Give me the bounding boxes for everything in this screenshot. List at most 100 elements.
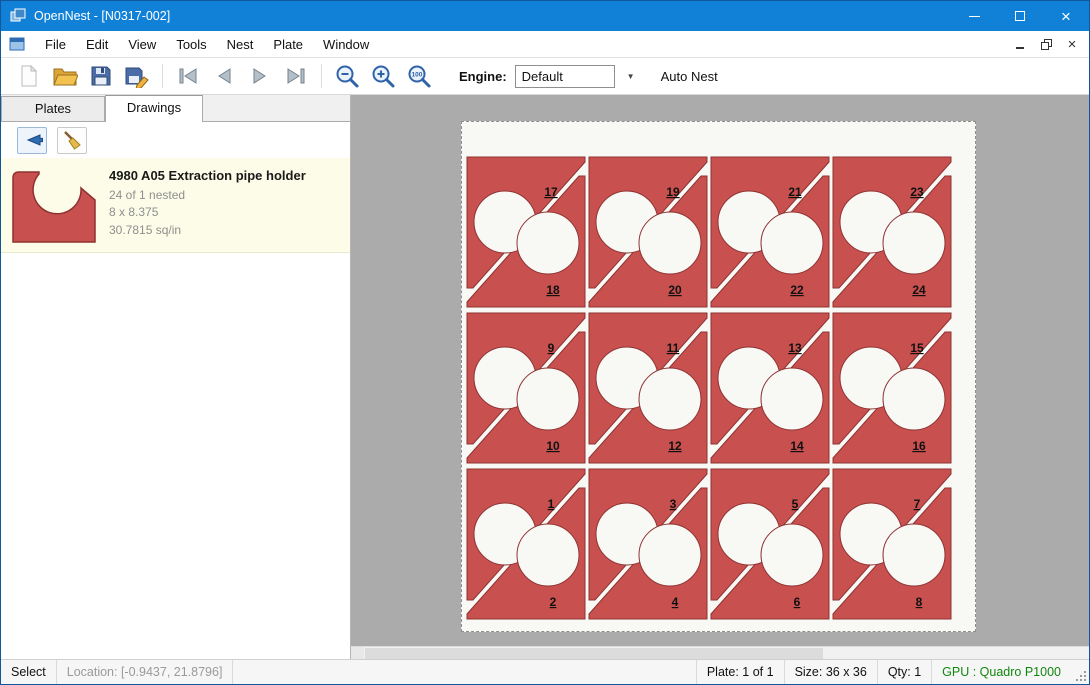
drawings-toolbar <box>1 122 350 158</box>
engine-select[interactable]: Default <box>515 65 615 88</box>
part-number[interactable]: 22 <box>790 283 804 297</box>
part-number[interactable]: 15 <box>910 341 924 355</box>
pipe-cutout <box>761 368 823 430</box>
part-number[interactable]: 24 <box>912 283 926 297</box>
status-mode: Select <box>1 660 57 684</box>
nest-pair[interactable]: 11 12 <box>589 313 707 463</box>
menu-file[interactable]: File <box>35 33 76 56</box>
part-number[interactable]: 17 <box>544 185 558 199</box>
child-close-icon: × <box>1068 37 1077 52</box>
auto-nest-button[interactable]: Auto Nest <box>653 64 726 89</box>
zoom-in-button[interactable] <box>365 60 401 92</box>
part-number[interactable]: 11 <box>667 341 680 355</box>
pipe-cutout <box>517 524 579 586</box>
nest-pair[interactable]: 78 <box>833 469 951 619</box>
save-as-button[interactable] <box>119 60 155 92</box>
nest-pair[interactable]: 56 <box>711 469 829 619</box>
tab-plates[interactable]: Plates <box>1 96 105 121</box>
child-minimize-button[interactable] <box>1007 33 1033 55</box>
part-thumbnail <box>9 164 99 244</box>
open-file-button[interactable] <box>47 60 83 92</box>
tab-drawings-label: Drawings <box>127 100 181 115</box>
resize-grip-icon <box>1075 670 1087 682</box>
part-number[interactable]: 14 <box>790 439 804 453</box>
new-document-icon <box>18 64 40 88</box>
go-previous-button[interactable] <box>206 60 242 92</box>
nest-pair[interactable]: 34 <box>589 469 707 619</box>
go-first-button[interactable] <box>170 60 206 92</box>
go-last-button[interactable] <box>278 60 314 92</box>
part-number[interactable]: 12 <box>668 439 682 453</box>
nest-canvas[interactable]: 171819202122232491011121314151612345678 <box>351 95 1089 659</box>
pipe-cutout <box>639 212 701 274</box>
child-close-button[interactable]: × <box>1059 33 1085 55</box>
drawing-nested-count: 24 of 1 nested <box>109 187 306 204</box>
pipe-cutout <box>639 368 701 430</box>
nest-pair[interactable]: 1920 <box>589 157 707 307</box>
plate-svg[interactable]: 171819202122232491011121314151612345678 <box>462 122 975 631</box>
part-number[interactable]: 23 <box>910 185 924 199</box>
main-toolbar: 100 Engine: Default ▼ Auto Nest <box>1 58 1089 95</box>
zoom-out-button[interactable] <box>329 60 365 92</box>
drawing-list-item[interactable]: 4980 A05 Extraction pipe holder 24 of 1 … <box>1 158 350 253</box>
nest-pair[interactable]: 1718 <box>467 157 585 307</box>
pipe-cutout <box>883 368 945 430</box>
status-bar: Select Location: [-0.9437, 21.8796] Plat… <box>1 659 1089 684</box>
go-next-button[interactable] <box>242 60 278 92</box>
nest-pair[interactable]: 9 10 <box>467 313 585 463</box>
part-number[interactable]: 6 <box>794 595 801 609</box>
minimize-button[interactable] <box>951 1 997 31</box>
part-number[interactable]: 9 <box>548 341 555 355</box>
resize-grip[interactable] <box>1071 660 1089 684</box>
nest-pair[interactable]: 13 14 <box>711 313 829 463</box>
scrollbar-thumb[interactable] <box>365 648 823 659</box>
engine-label: Engine: <box>459 69 507 84</box>
child-restore-button[interactable] <box>1033 33 1059 55</box>
pipe-cutout <box>639 524 701 586</box>
menu-view[interactable]: View <box>118 33 166 56</box>
toolbar-separator <box>162 64 163 88</box>
pipe-cutout <box>761 524 823 586</box>
nest-pair[interactable]: 21 22 <box>711 157 829 307</box>
status-plate: Plate: 1 of 1 <box>696 660 784 684</box>
tab-drawings[interactable]: Drawings <box>105 95 203 122</box>
menu-window[interactable]: Window <box>313 33 379 56</box>
nest-pair[interactable]: 1516 <box>833 313 951 463</box>
zoom-actual-button[interactable]: 100 <box>401 60 437 92</box>
horizontal-scrollbar[interactable] <box>351 646 1089 659</box>
broom-icon <box>61 129 83 151</box>
document-icon[interactable] <box>9 37 25 51</box>
part-number[interactable]: 18 <box>546 283 560 297</box>
part-number[interactable]: 20 <box>668 283 682 297</box>
part-number[interactable]: 19 <box>666 185 680 199</box>
part-number[interactable]: 21 <box>788 185 802 199</box>
part-number[interactable]: 4 <box>672 595 679 609</box>
menu-plate[interactable]: Plate <box>263 33 313 56</box>
menu-nest[interactable]: Nest <box>217 33 264 56</box>
scroll-left-button[interactable] <box>351 647 364 659</box>
part-number[interactable]: 10 <box>546 439 560 453</box>
new-file-button[interactable] <box>11 60 47 92</box>
menu-edit[interactable]: Edit <box>76 33 118 56</box>
part-number[interactable]: 13 <box>788 341 802 355</box>
drawing-size: 8 x 8.375 <box>109 204 306 221</box>
menu-tools[interactable]: Tools <box>166 33 216 56</box>
maximize-button[interactable] <box>997 1 1043 31</box>
nest-pair[interactable]: 12 <box>467 469 585 619</box>
part-number[interactable]: 2 <box>550 595 557 609</box>
close-button[interactable]: × <box>1043 1 1089 31</box>
part-number[interactable]: 3 <box>670 497 677 511</box>
nest-pair[interactable]: 23 24 <box>833 157 951 307</box>
zoom-out-icon <box>334 63 360 89</box>
pipe-cutout <box>883 212 945 274</box>
part-number[interactable]: 8 <box>916 595 923 609</box>
clear-drawings-button[interactable] <box>57 127 87 154</box>
part-number[interactable]: 16 <box>912 439 926 453</box>
import-drawing-button[interactable] <box>17 127 47 154</box>
nest-plate[interactable]: 171819202122232491011121314151612345678 <box>461 121 976 632</box>
chevron-down-icon[interactable]: ▼ <box>627 72 635 81</box>
part-number[interactable]: 7 <box>914 497 921 511</box>
save-button[interactable] <box>83 60 119 92</box>
part-number[interactable]: 5 <box>792 497 799 511</box>
part-number[interactable]: 1 <box>548 497 555 511</box>
